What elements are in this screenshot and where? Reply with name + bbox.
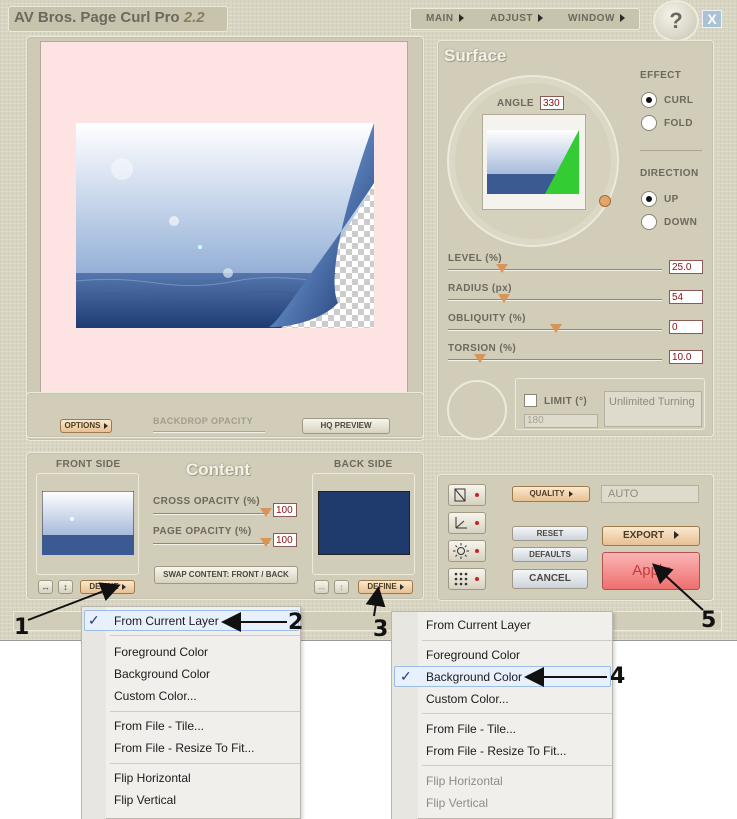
callout-2: 2 [288, 610, 304, 635]
callout-1: 1 [14, 615, 30, 640]
callout-4: 4 [610, 664, 626, 689]
callout-3: 3 [373, 617, 389, 642]
callout-5: 5 [701, 608, 717, 633]
annotation-arrows [27, 563, 704, 687]
